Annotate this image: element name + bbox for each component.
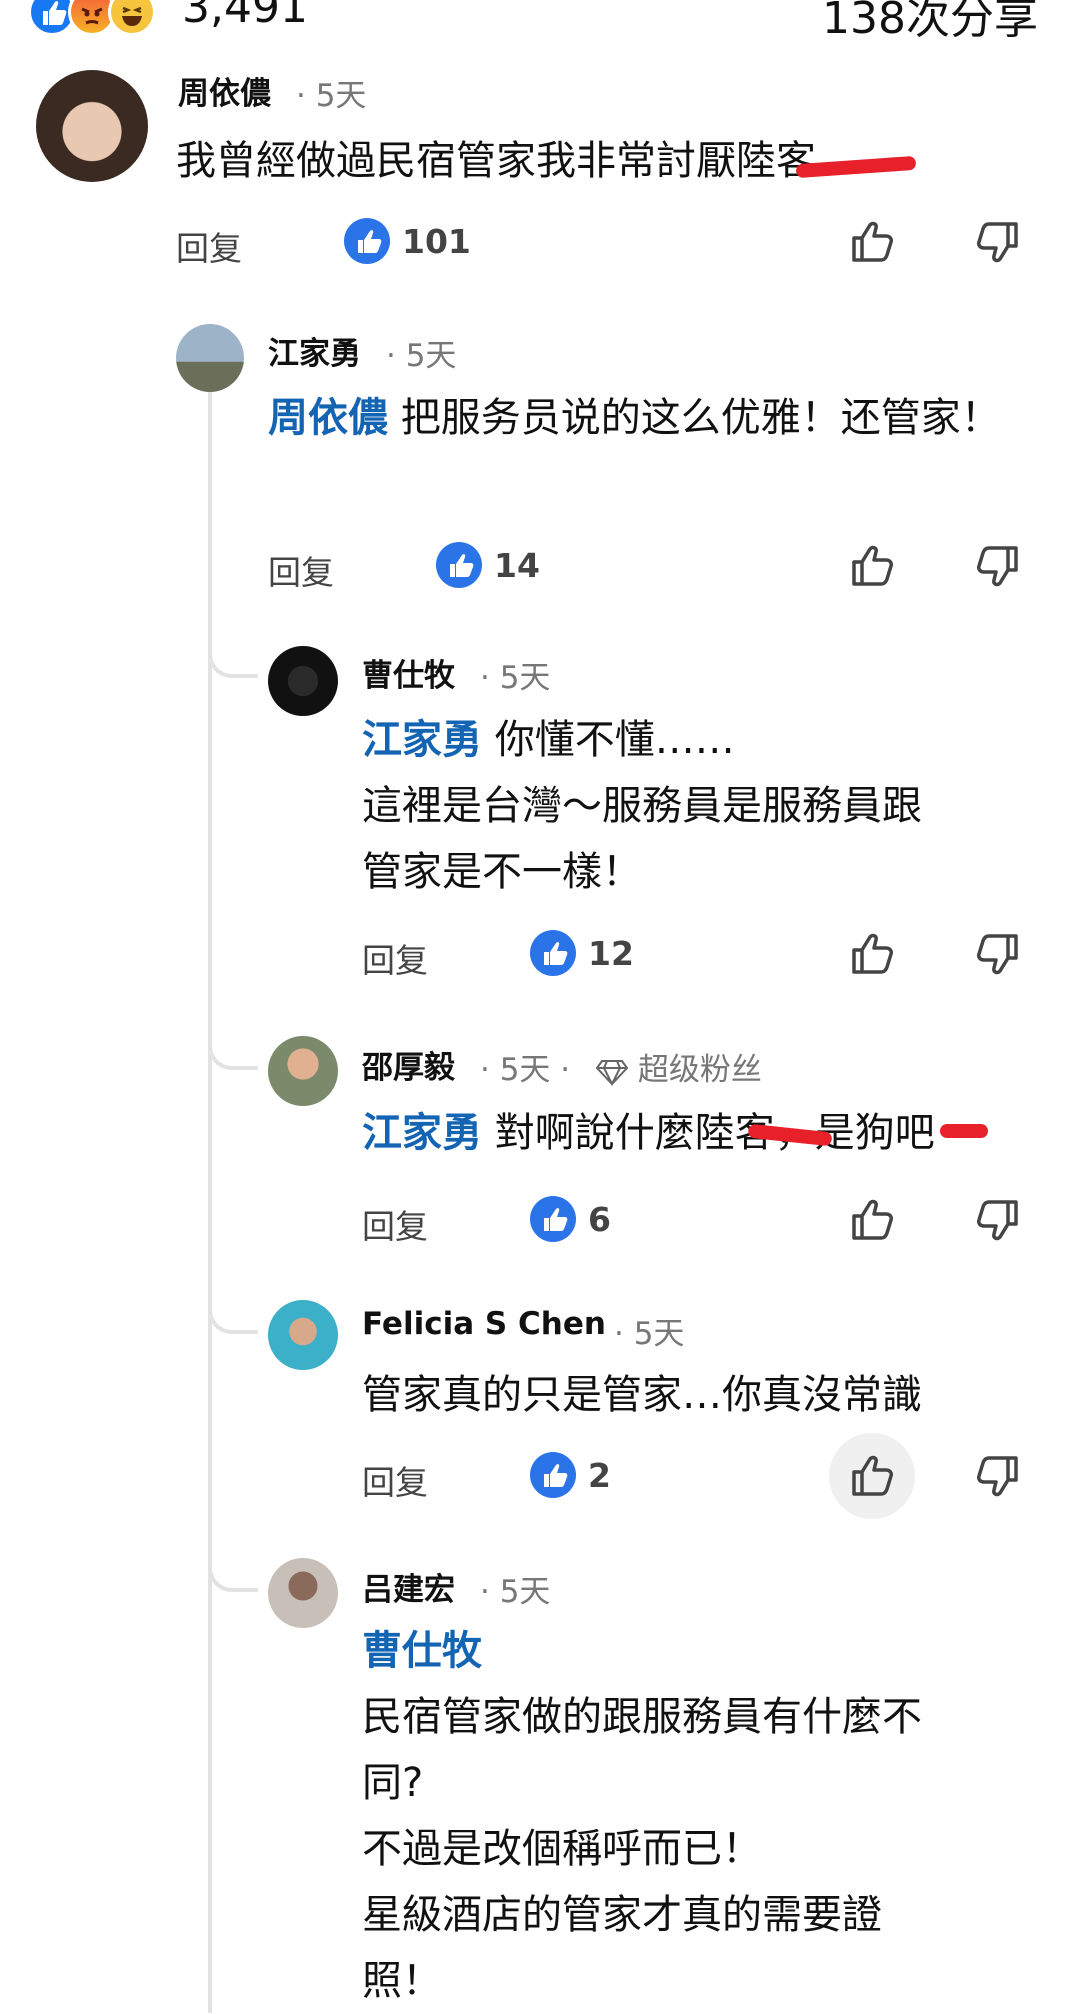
avatar[interactable] [268,1036,338,1106]
like-count: 6 [588,1200,611,1239]
upvote-icon[interactable] [846,540,898,592]
reply-button[interactable]: 回复 [362,1200,428,1248]
reply-connector [208,1562,258,1592]
downvote-icon[interactable] [972,216,1024,268]
like-count: 14 [494,546,540,585]
thread-line-replies [208,385,212,2013]
comment-time: · 5天 [296,78,367,114]
avatar[interactable] [268,1300,338,1370]
reaction-count[interactable]: 3,491 [182,0,308,33]
like-icon [530,930,576,976]
like-count: 101 [402,222,471,261]
mention-link[interactable]: 曹仕牧 [362,1628,482,1674]
like-icon [530,1452,576,1498]
comment-author[interactable]: 曹仕牧 [362,650,455,695]
comment-time: · 5天 [480,1574,551,1610]
reply-button[interactable]: 回复 [362,934,428,982]
mention-link[interactable]: 江家勇 [362,1110,482,1156]
share-count[interactable]: 138次分享 [822,0,1038,46]
upvote-icon[interactable] [846,1194,898,1246]
like-icon [344,218,390,264]
reply-button[interactable]: 回复 [176,222,242,270]
reply-connector [208,1040,258,1070]
downvote-icon[interactable] [972,1450,1024,1502]
mention-link[interactable]: 江家勇 [362,717,482,763]
haha-reaction-icon [108,0,156,36]
comment-time: · 5天 [480,660,551,696]
comment-author[interactable]: 吕建宏 [362,1564,455,1609]
comment-text: 周依儂 把服务员说的这么优雅！还管家！ [268,395,1001,441]
upvote-icon[interactable] [846,1450,898,1502]
like-count: 12 [588,934,634,973]
like-icon [436,542,482,588]
reply-button[interactable]: 回复 [268,546,334,594]
reply-button[interactable]: 回复 [362,1456,428,1504]
comment-text: 江家勇 你懂不懂…… 這裡是台灣～服務員是服務員跟 管家是不一樣！ [362,717,922,895]
avatar[interactable] [268,1558,338,1628]
avatar[interactable] [36,70,148,182]
super-fan-badge: 超级粉丝 [596,1044,762,1089]
reply-connector [208,1304,258,1334]
upvote-icon[interactable] [846,928,898,980]
comment-time: · 5天 [614,1316,685,1352]
comment-text: 管家真的只是管家…你真沒常識 [362,1372,922,1418]
reply-connector [208,648,258,678]
comment-author[interactable]: 周依儂 [178,68,271,113]
mention-link[interactable]: 周依儂 [268,395,388,441]
like-icon [530,1196,576,1242]
comment-author[interactable]: 邵厚毅 [362,1042,455,1087]
comment-time: · 5天 [386,338,457,374]
redaction-mark [940,1124,988,1138]
reactions-bar: 3,491 138次分享 [0,0,1068,60]
avatar[interactable] [176,324,244,392]
comment-author[interactable]: 江家勇 [268,328,361,373]
downvote-icon[interactable] [972,1194,1024,1246]
avatar[interactable] [268,646,338,716]
upvote-icon[interactable] [846,216,898,268]
downvote-icon[interactable] [972,540,1024,592]
comment-text: 曹仕牧 民宿管家做的跟服務員有什麼不 同? 不過是改個稱呼而已！ 星級酒店的管家… [362,1628,922,2004]
downvote-icon[interactable] [972,928,1024,980]
comment-time: · 5天 · [480,1052,571,1088]
comment-author[interactable]: Felicia S Chen [362,1306,606,1342]
diamond-icon [596,1059,628,1086]
like-count: 2 [588,1456,611,1495]
